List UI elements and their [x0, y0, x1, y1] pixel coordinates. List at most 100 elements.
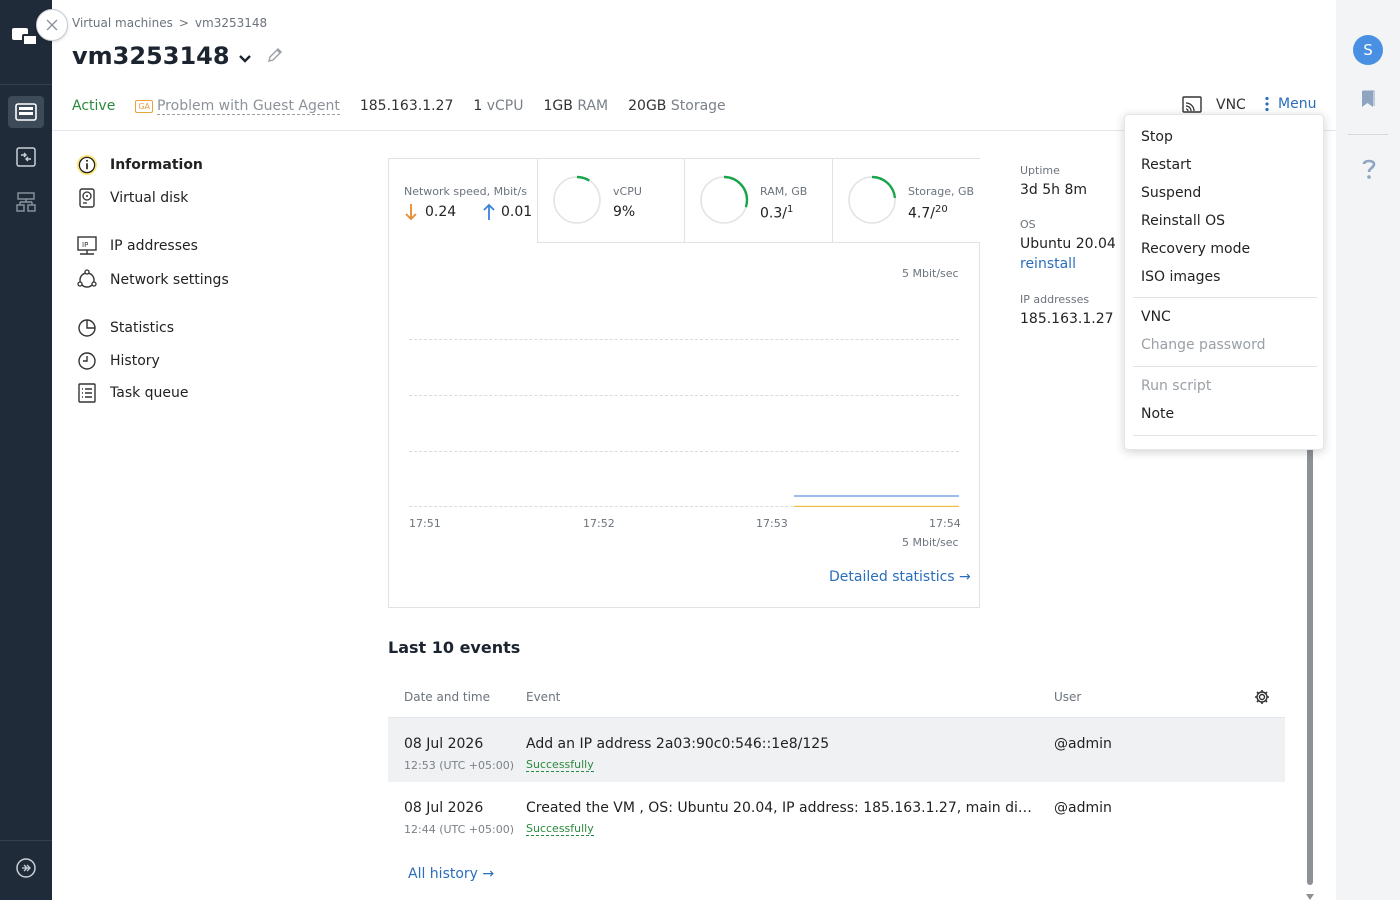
storage-value: 4.7/20 — [908, 204, 948, 222]
nav-virtual-disk[interactable]: Virtual disk — [76, 186, 188, 210]
avatar[interactable]: S — [1353, 35, 1383, 65]
uptime-label: Uptime — [1020, 164, 1060, 177]
reinstall-link[interactable]: reinstall — [1020, 256, 1076, 272]
close-button[interactable] — [36, 9, 68, 41]
breadcrumb-separator: > — [178, 16, 189, 30]
pie-chart-icon — [76, 317, 98, 339]
breadcrumb: Virtual machines > vm3253148 — [72, 16, 273, 30]
menu-separator — [1133, 366, 1317, 367]
storage-label: Storage, GB — [908, 185, 975, 198]
vnc-label: VNC — [1216, 97, 1246, 113]
rail-networks-icon[interactable] — [8, 141, 44, 173]
more-vertical-icon — [1265, 96, 1269, 112]
network-down-value: 0.24 — [425, 204, 457, 220]
close-icon — [46, 19, 58, 31]
edit-pencil-icon[interactable] — [266, 42, 284, 70]
guest-agent-status[interactable]: GA Problem with Guest Agent — [135, 98, 340, 115]
nav-history[interactable]: History — [76, 349, 160, 373]
all-history-link[interactable]: All history → — [408, 866, 494, 882]
scroll-down-icon[interactable] — [1306, 888, 1314, 900]
detailed-statistics-link[interactable]: Detailed statistics → — [829, 569, 971, 585]
uptime-value: 3d 5h 8m — [1020, 182, 1088, 198]
network-chart — [794, 495, 959, 507]
event-text: Created the VM , OS: Ubuntu 20.04, IP ad… — [526, 800, 1036, 816]
svg-text:IP: IP — [82, 241, 88, 249]
bookmark-icon[interactable] — [1359, 90, 1377, 112]
ip-icon: IP — [76, 235, 98, 257]
right-rail — [1336, 0, 1400, 900]
menu-separator — [1133, 297, 1317, 298]
rail-collapse-icon[interactable] — [8, 852, 44, 884]
ram-ring — [699, 175, 749, 225]
ram-amount: 1GB — [543, 98, 573, 114]
event-date: 08 Jul 2026 — [404, 736, 484, 752]
x-tick: 17:52 — [583, 517, 615, 530]
tile-cpu: vCPU 9% — [537, 159, 685, 243]
chevron-down-icon[interactable] — [238, 42, 252, 70]
event-user: @admin — [1054, 800, 1112, 816]
menu-item-suspend[interactable]: Suspend — [1141, 185, 1201, 201]
nav-ip-addresses[interactable]: IP IP addresses — [76, 234, 198, 258]
network-up-value: 0.01 — [501, 204, 533, 220]
storage-total: 20 — [934, 204, 948, 215]
nav-information[interactable]: Information — [76, 153, 203, 177]
menu-item-restart[interactable]: Restart — [1141, 157, 1191, 173]
menu-item-vnc[interactable]: VNC — [1141, 309, 1171, 325]
event-date: 08 Jul 2026 — [404, 800, 484, 816]
nav-label: Task queue — [110, 385, 189, 401]
task-list-icon — [76, 382, 98, 404]
disk-icon — [76, 187, 98, 209]
rail-nodes-icon[interactable] — [8, 186, 44, 218]
tile-network: Network speed, Mbit/s 0.24 0.01 — [389, 159, 537, 243]
menu-item-note[interactable]: Note — [1141, 406, 1174, 422]
menu-item-reinstall-os[interactable]: Reinstall OS — [1141, 213, 1225, 229]
nav-label: Statistics — [110, 320, 174, 336]
event-user: @admin — [1054, 736, 1112, 752]
status-row: Active GA Problem with Guest Agent 185.1… — [72, 96, 726, 116]
tile-ram: RAM, GB 0.3/1 — [684, 159, 832, 243]
scrollbar[interactable] — [1307, 440, 1313, 885]
menu-separator — [1133, 435, 1317, 436]
ram-value: 0.3/1 — [760, 204, 793, 222]
status-ip: 185.163.1.27 — [359, 98, 454, 114]
col-event: Event — [526, 690, 561, 704]
chart-scale-bottom: 5 Mbit/sec — [902, 536, 959, 549]
events-title: Last 10 events — [388, 638, 521, 657]
menu-item-iso-images[interactable]: ISO images — [1141, 269, 1220, 285]
nav-statistics[interactable]: Statistics — [76, 316, 174, 340]
x-tick: 17:51 — [409, 517, 441, 530]
status-active: Active — [72, 98, 116, 114]
ram-label: RAM, GB — [760, 185, 808, 198]
event-status[interactable]: Successfully — [526, 823, 594, 836]
table-row[interactable]: 08 Jul 2026 12:53 (UTC +05:00) Add an IP… — [388, 718, 1285, 782]
menu-item-stop[interactable]: Stop — [1141, 129, 1173, 145]
event-status[interactable]: Successfully — [526, 759, 594, 772]
event-time: 12:44 (UTC +05:00) — [404, 823, 514, 836]
ram-used: 0.3/ — [760, 205, 787, 222]
ga-text: Problem with Guest Agent — [156, 97, 340, 115]
storage-used: 4.7/ — [908, 205, 935, 222]
ip-label: IP addresses — [1020, 293, 1090, 306]
status-cpu: 1 vCPU — [473, 98, 523, 114]
menu-button[interactable]: Menu — [1264, 96, 1316, 112]
tile-storage: Storage, GB 4.7/20 — [832, 159, 980, 243]
network-label: Network speed, Mbit/s — [404, 185, 527, 198]
storage-ring — [847, 175, 897, 225]
cpu-unit: vCPU — [486, 98, 524, 114]
settings-gear-icon[interactable] — [1254, 689, 1270, 709]
help-icon[interactable] — [1361, 158, 1377, 184]
rail-vms-icon[interactable] — [8, 96, 44, 128]
vm-actions-menu: Stop Restart Suspend Reinstall OS Recove… — [1124, 114, 1324, 450]
breadcrumb-parent[interactable]: Virtual machines — [72, 16, 173, 30]
ip-value: 185.163.1.27 — [1020, 311, 1114, 327]
vnc-button[interactable]: VNC — [1182, 96, 1246, 114]
breadcrumb-current: vm3253148 — [194, 16, 268, 30]
page-title: vm3253148 — [72, 42, 284, 70]
menu-item-change-password: Change password — [1141, 337, 1266, 353]
menu-item-recovery-mode[interactable]: Recovery mode — [1141, 241, 1250, 257]
table-row[interactable]: 08 Jul 2026 12:44 (UTC +05:00) Created t… — [388, 782, 1285, 846]
cpu-ring — [552, 175, 602, 225]
cpu-value: 9% — [613, 204, 636, 220]
nav-network-settings[interactable]: Network settings — [76, 268, 229, 292]
nav-task-queue[interactable]: Task queue — [76, 381, 189, 405]
